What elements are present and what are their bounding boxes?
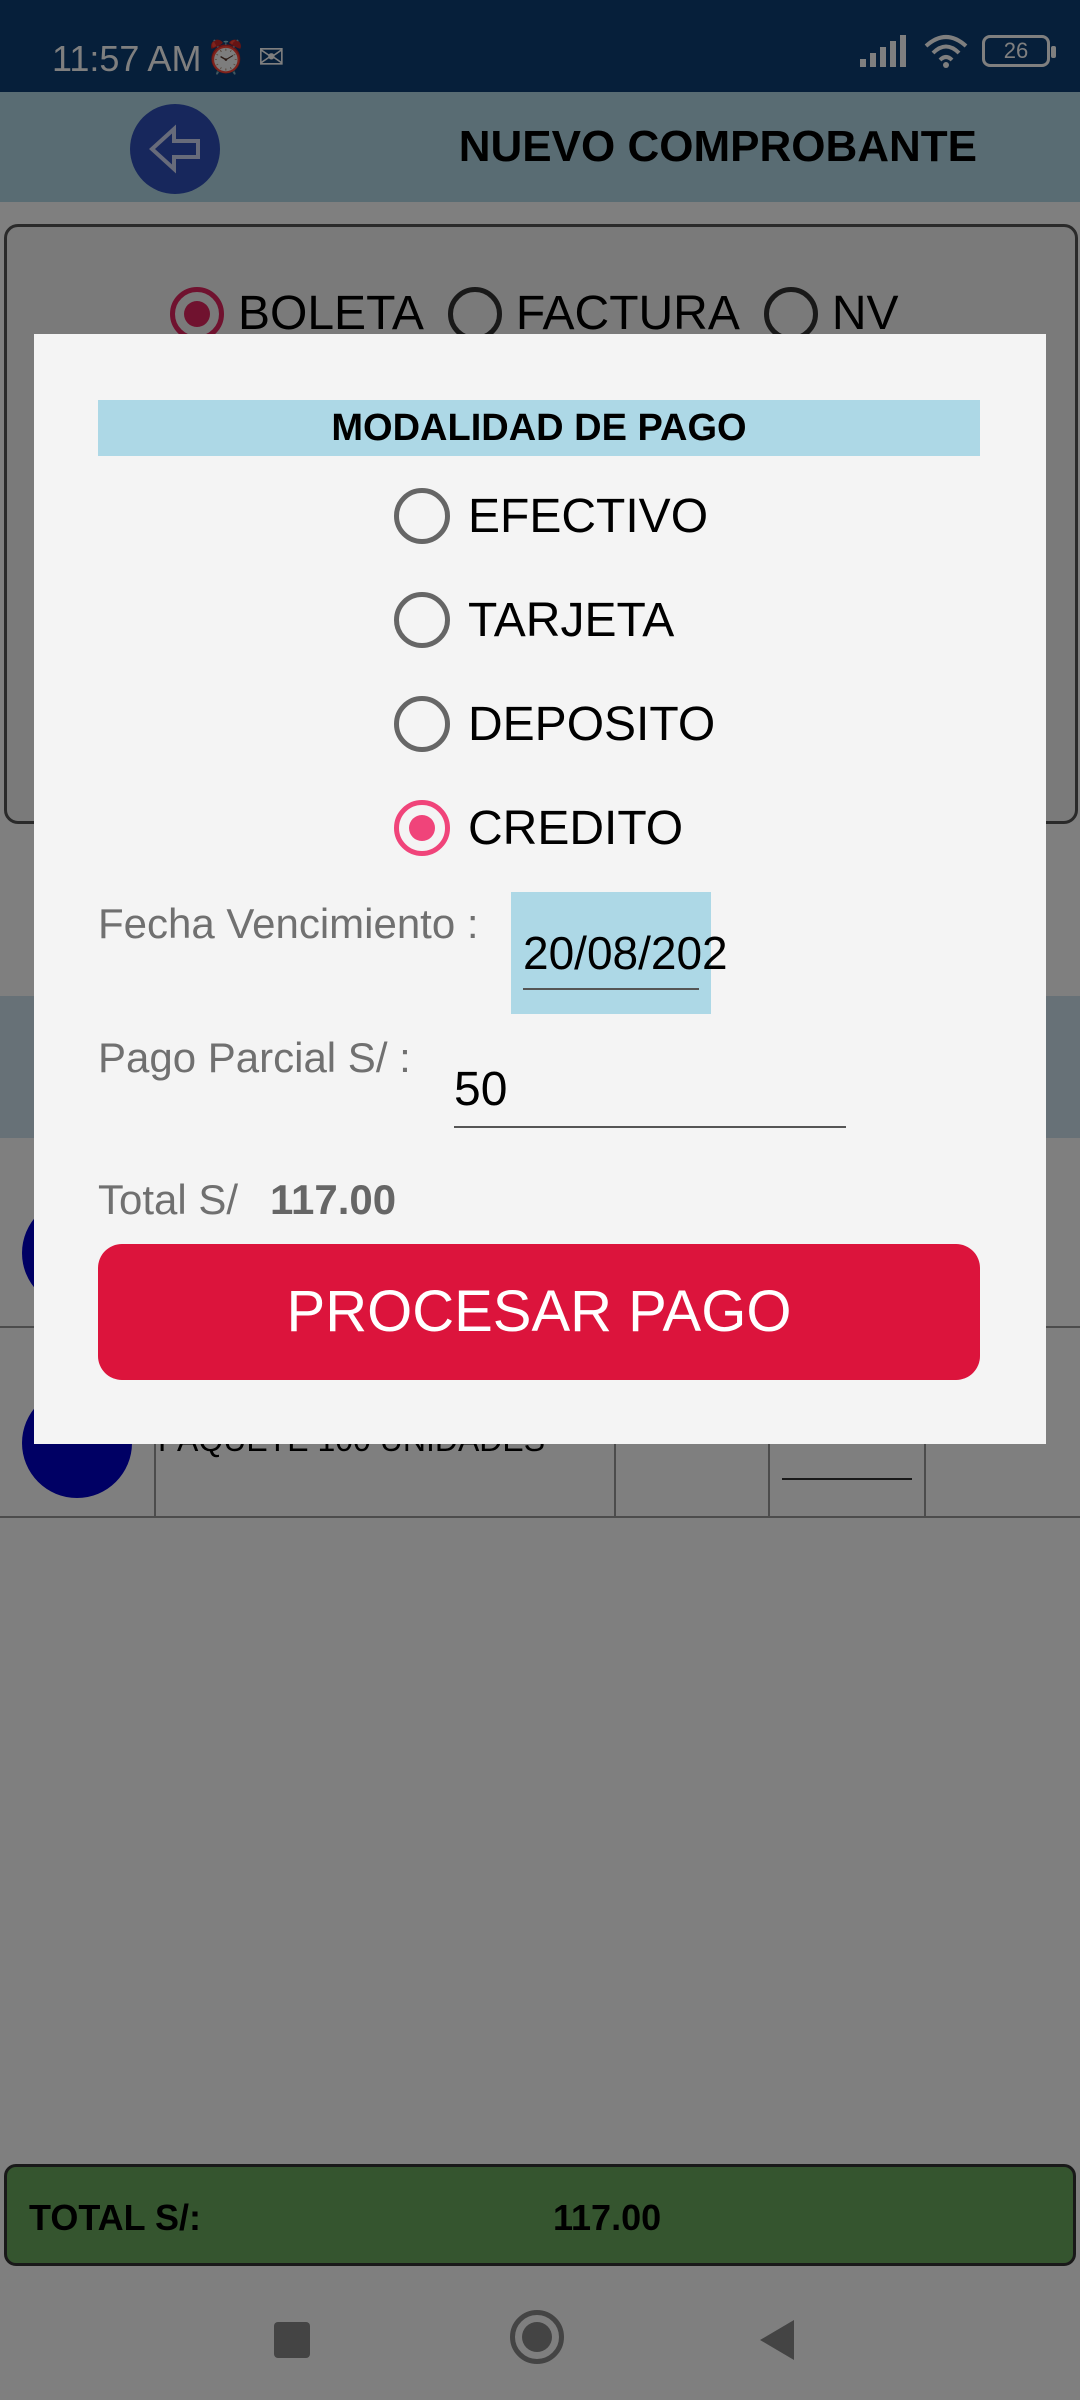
payment-option-deposito[interactable]: DEPOSITO: [394, 696, 715, 752]
payment-option-label: CREDITO: [468, 801, 684, 855]
radio-credito-indicator: [394, 800, 450, 856]
dialog-total-value: 117.00: [270, 1176, 397, 1223]
payment-option-label: TARJETA: [468, 593, 675, 647]
radio-deposito-indicator: [394, 696, 450, 752]
payment-option-label: EFECTIVO: [468, 489, 709, 543]
due-date-label: Fecha Vencimiento :: [98, 900, 479, 947]
due-date-value: 20/08/202: [523, 927, 728, 979]
payment-option-label: DEPOSITO: [468, 697, 716, 751]
partial-payment-input[interactable]: 50: [454, 1062, 507, 1117]
radio-tarjeta-indicator: [394, 592, 450, 648]
due-date-field[interactable]: 20/08/202: [511, 892, 728, 1014]
partial-payment-label: Pago Parcial S/ :: [98, 1034, 411, 1081]
radio-efectivo-indicator: [394, 488, 450, 544]
payment-option-tarjeta[interactable]: TARJETA: [394, 592, 674, 648]
payment-option-efectivo[interactable]: EFECTIVO: [394, 488, 708, 544]
partial-payment-underline: [454, 1126, 846, 1128]
process-payment-button[interactable]: PROCESAR PAGO: [98, 1244, 980, 1380]
dialog-title: MODALIDAD DE PAGO: [98, 400, 980, 456]
due-date-underline: [523, 988, 699, 990]
dialog-total-label: Total S/: [98, 1176, 239, 1223]
payment-option-credito[interactable]: CREDITO: [394, 800, 683, 856]
payment-dialog: MODALIDAD DE PAGO EFECTIVO TARJETA DEPOS…: [34, 334, 1046, 1444]
